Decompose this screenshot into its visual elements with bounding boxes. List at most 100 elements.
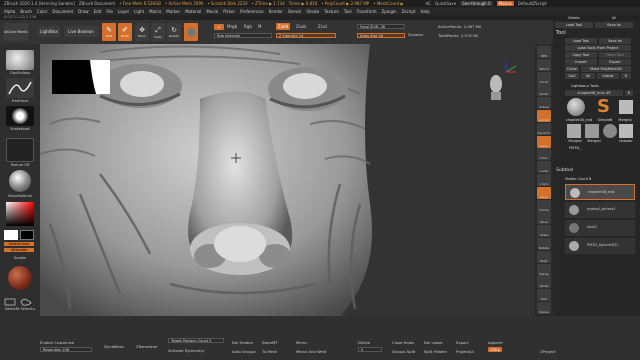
project-all-button[interactable]: ProjectAll xyxy=(456,349,474,354)
delete-button[interactable]: Delete xyxy=(555,15,593,21)
color-picker[interactable] xyxy=(6,202,34,226)
rgb-toggle[interactable]: Rgb xyxy=(244,24,252,29)
live-boolean-button[interactable]: Live Boolean xyxy=(64,26,98,37)
switch-color-button[interactable]: SwitchColor xyxy=(4,242,34,246)
texture-slot-icon[interactable] xyxy=(6,138,34,162)
menu-picker[interactable]: Picker xyxy=(223,9,235,14)
menu-light[interactable]: Light xyxy=(134,9,144,14)
load-tool-top-button[interactable]: Load Tool xyxy=(555,22,593,28)
tool-thumb-5-icon[interactable] xyxy=(585,124,599,138)
goz-button[interactable]: GoZ xyxy=(565,73,579,79)
make-polymesh-button[interactable]: Make PolyMesh3D xyxy=(581,66,631,72)
right-shelf-local-button[interactable]: Local xyxy=(537,161,551,174)
tool-thumb-merged-icon[interactable] xyxy=(619,100,633,114)
del-hidden-button[interactable]: Del Hidden xyxy=(232,340,253,345)
see-through-slider[interactable]: See-through 0 xyxy=(460,1,493,6)
menu-marker[interactable]: Marker xyxy=(166,9,180,14)
store-mt-button[interactable]: StoreMT xyxy=(262,340,278,345)
lightbox-button[interactable]: LightBox xyxy=(38,26,60,37)
target-polygon-slider[interactable]: Target Polygon Count 5 xyxy=(168,338,224,343)
double-button[interactable]: Double xyxy=(2,256,38,260)
split-hidden-button[interactable]: Split Hidden xyxy=(424,349,447,354)
menu-zscript[interactable]: Zscript xyxy=(402,9,416,14)
right-shelf-bpr-button[interactable]: BPR xyxy=(537,46,551,58)
menu-stencil[interactable]: Stencil xyxy=(288,9,302,14)
edit-button[interactable]: ✎ Edit xyxy=(102,23,116,41)
auto-groups-button[interactable]: Auto Groups xyxy=(232,349,256,354)
right-shelf-dynamic-button[interactable]: Dynamic xyxy=(537,122,551,135)
value-100-slider[interactable]: 100 ▸ xyxy=(488,347,502,352)
copy-tool-button[interactable]: Copy Tool xyxy=(565,52,597,58)
menu-material[interactable]: Material xyxy=(185,9,201,14)
rotate-button[interactable]: ↻ Rotate xyxy=(167,23,181,41)
menu-transform[interactable]: Transform xyxy=(357,9,377,14)
menu-document[interactable]: Document xyxy=(52,9,73,14)
zsub-button[interactable]: Zsub xyxy=(296,24,306,29)
primary-color-swatch[interactable] xyxy=(4,230,18,240)
subtool-item[interactable]: eyeball_sphere1 xyxy=(565,202,635,218)
menu-macro[interactable]: Macro xyxy=(149,9,161,14)
draw-size-slider[interactable]: Draw Size 46 xyxy=(357,33,405,38)
dynamic-toggle[interactable]: Dynamic xyxy=(408,33,423,37)
right-shelf-floor-button[interactable]: Floor xyxy=(537,148,551,161)
right-shelf-xpose-button[interactable]: Xpose xyxy=(537,302,551,314)
r2-button[interactable]: R xyxy=(625,90,633,96)
paste-tool-button[interactable]: Paste Tool xyxy=(599,52,631,58)
menu-render[interactable]: Render xyxy=(269,9,283,14)
subtool-item[interactable]: chapter08_end xyxy=(565,184,635,200)
menus-button[interactable]: Menus xyxy=(496,1,514,6)
zadd-button[interactable]: Zadd xyxy=(276,23,290,30)
focal-shift-slider[interactable]: Focal Shift -36 xyxy=(357,24,405,29)
right-shelf-scale-button[interactable]: Scale xyxy=(537,225,551,238)
a-button[interactable]: A xyxy=(214,24,224,30)
groups-split-button[interactable]: Groups Split xyxy=(392,349,415,354)
material-sphere-icon[interactable] xyxy=(8,266,32,290)
right-shelf-persp-button[interactable]: Persp xyxy=(537,135,551,148)
right-shelf-move-button[interactable]: Move xyxy=(537,212,551,225)
export-button[interactable]: Export xyxy=(599,59,631,65)
right-shelf-gxyz-button[interactable]: Gxyz xyxy=(537,186,551,199)
menu-tool[interactable]: Tool xyxy=(344,9,352,14)
tool-palette-title[interactable]: Tool xyxy=(556,30,566,36)
tool-thumb-s-icon[interactable]: S xyxy=(597,98,615,116)
subtool-item[interactable]: skull1 xyxy=(565,220,635,236)
material-icon[interactable] xyxy=(9,170,31,192)
import-button[interactable]: Import xyxy=(565,59,597,65)
menu-file[interactable]: File xyxy=(106,9,113,14)
freehand-stroke-icon[interactable] xyxy=(6,78,34,98)
zproject-button[interactable]: ZProject xyxy=(540,349,556,354)
right-shelf-frame-button[interactable]: Frame xyxy=(537,199,551,212)
select-rect-icon[interactable] xyxy=(4,298,16,306)
menu-stroke[interactable]: Stroke xyxy=(306,9,319,14)
canvas-viewport[interactable] xyxy=(40,44,535,316)
ac-button[interactable]: AC xyxy=(426,1,431,6)
mrgb-toggle[interactable]: Mrgb xyxy=(227,24,237,29)
load-tool-button[interactable]: Load Tool xyxy=(565,38,597,44)
right-shelf-scroll-button[interactable]: Scroll xyxy=(537,71,551,84)
lightbox-tools-button[interactable]: Lightbox ▸ Tools xyxy=(565,83,605,89)
all-button[interactable]: All xyxy=(595,15,633,21)
right-shelf-transp-button[interactable]: Transp xyxy=(537,263,551,276)
value-5-slider[interactable]: 5 xyxy=(358,347,382,352)
m-toggle[interactable]: M xyxy=(258,24,261,29)
menu-preferences[interactable]: Preferences xyxy=(240,9,264,14)
clone-button[interactable]: Clone xyxy=(565,66,579,72)
z-intensity-slider[interactable]: Z Intensity 14 xyxy=(276,33,336,38)
select-lasso-icon[interactable] xyxy=(20,298,32,306)
all-goz-button[interactable]: All xyxy=(581,73,595,79)
right-shelf-rotate-button[interactable]: Rotate xyxy=(537,238,551,250)
close-holes-button[interactable]: Close Holes xyxy=(392,340,414,345)
r-button[interactable]: R xyxy=(621,73,631,79)
subtool-item[interactable]: PM3D_Sphere3D1 xyxy=(565,238,635,254)
menu-layer[interactable]: Layer xyxy=(118,9,129,14)
menu-zplugin[interactable]: Zplugin xyxy=(382,9,397,14)
tool-thumb-head-icon[interactable] xyxy=(567,98,585,116)
quicksave-button[interactable]: QuickSave xyxy=(435,1,456,6)
scale-button[interactable]: ⤢ Scale xyxy=(151,23,165,41)
load-tools-from-project-button[interactable]: Load Tools From Project xyxy=(565,45,631,51)
tool-thumb-4-icon[interactable] xyxy=(567,124,581,138)
right-shelf-zoom-button[interactable]: Zoom xyxy=(537,84,551,97)
material-sphere-button[interactable] xyxy=(184,23,198,41)
current-tool-slider[interactable]: chapter08_end: 49 xyxy=(565,90,623,96)
right-shelf-polyf-button[interactable]: PolyF xyxy=(537,250,551,263)
